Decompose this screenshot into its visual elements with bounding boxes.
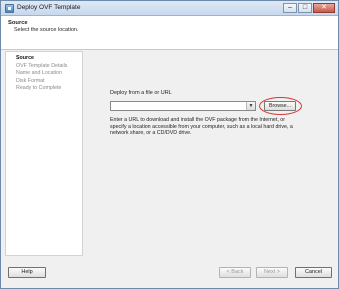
nav-item-ovf-template-details[interactable]: OVF Template Details bbox=[6, 63, 82, 71]
page-title: Source bbox=[8, 20, 28, 26]
nav-item-disk-format[interactable]: Disk Format bbox=[6, 78, 82, 86]
app-icon bbox=[5, 4, 14, 13]
maximize-button[interactable]: □ bbox=[298, 3, 312, 13]
close-button[interactable]: ✕ bbox=[313, 3, 335, 13]
minimize-button[interactable]: – bbox=[283, 3, 297, 13]
cancel-button[interactable]: Cancel bbox=[295, 267, 332, 278]
nav-item-name-and-location[interactable]: Name and Location bbox=[6, 70, 82, 78]
source-help-text: Enter a URL to download and install the … bbox=[110, 117, 293, 136]
wizard-steps-nav: Source OVF Template Details Name and Loc… bbox=[5, 51, 83, 256]
deploy-ovf-dialog: Deploy OVF Template – □ ✕ Source Select … bbox=[0, 0, 339, 289]
deploy-source-label: Deploy from a file or URL bbox=[110, 90, 172, 96]
chevron-down-icon[interactable]: ▼ bbox=[246, 102, 255, 110]
nav-item-ready-to-complete[interactable]: Ready to Complete bbox=[6, 85, 82, 93]
page-subtitle: Select the source location. bbox=[14, 27, 79, 33]
title-bar[interactable]: Deploy OVF Template – □ ✕ bbox=[1, 1, 338, 16]
url-combobox[interactable]: ▼ bbox=[110, 101, 256, 111]
nav-item-source[interactable]: Source bbox=[6, 55, 82, 63]
wizard-footer: Help < Back Next > Cancel bbox=[1, 259, 338, 288]
browse-button[interactable]: Browse... bbox=[264, 101, 296, 111]
source-panel: Deploy from a file or URL ▼ Browse... En… bbox=[84, 51, 335, 256]
window-title: Deploy OVF Template bbox=[17, 4, 81, 11]
help-button[interactable]: Help bbox=[8, 267, 46, 278]
back-button[interactable]: < Back bbox=[219, 267, 251, 278]
next-button[interactable]: Next > bbox=[256, 267, 288, 278]
wizard-header: Source Select the source location. bbox=[1, 16, 338, 50]
window-controls: – □ ✕ bbox=[282, 3, 335, 13]
